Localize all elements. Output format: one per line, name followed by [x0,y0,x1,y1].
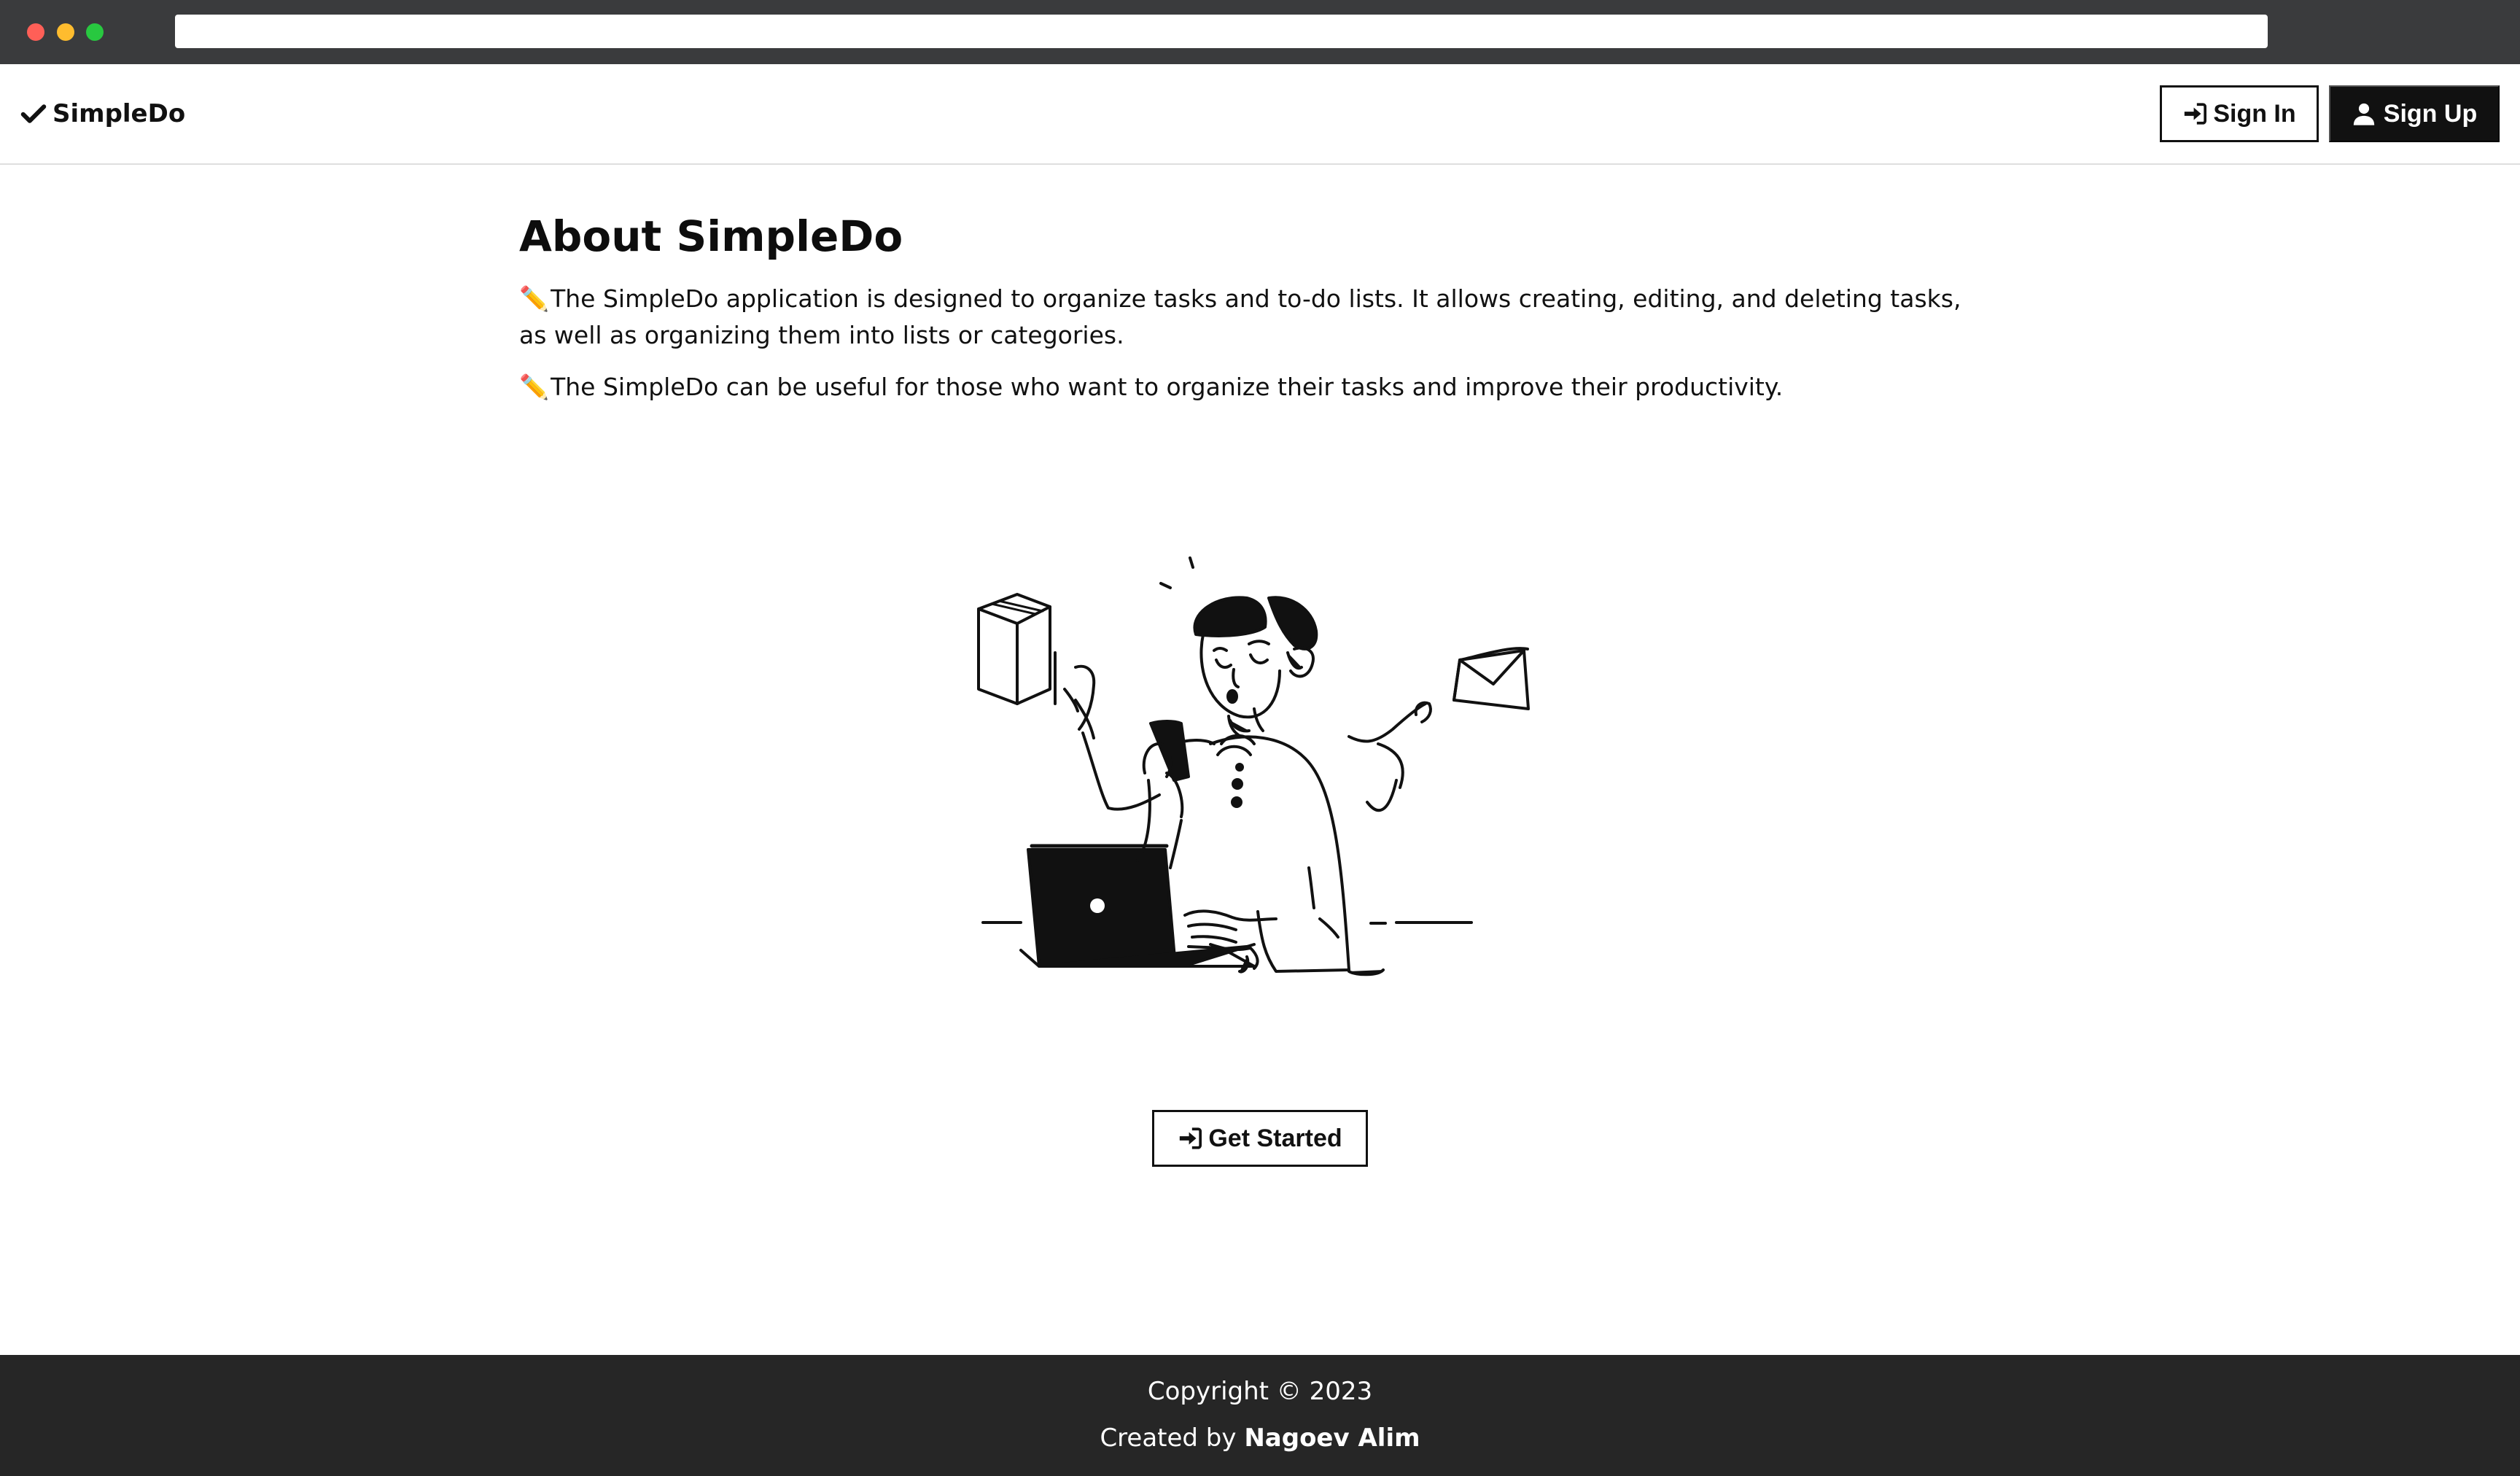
author-name-link[interactable]: Nagoev Alim [1244,1423,1420,1453]
get-started-label: Get Started [1208,1124,1342,1152]
maximize-window-button[interactable] [86,23,104,41]
multitasking-person-illustration [977,556,1530,976]
sign-in-icon [1180,1127,1202,1149]
footer: Copyright © 2023 Created by Nagoev Alim [0,1355,2520,1476]
pencil-icon: ✏️ [519,373,550,401]
get-started-button[interactable]: Get Started [1152,1110,1368,1167]
sign-in-button[interactable]: Sign In [2160,85,2319,142]
created-by-label: Created by [1100,1423,1237,1453]
brand-logo-link[interactable]: SimpleDo [20,98,185,130]
pencil-icon: ✏️ [519,284,550,313]
page-title: About SimpleDo [519,211,903,261]
usefulness-paragraph: ✏️The SimpleDo can be useful for those w… [519,369,1978,405]
about-paragraph-text: The SimpleDo application is designed to … [519,284,1961,349]
sign-up-label: Sign Up [2383,99,2478,128]
usefulness-paragraph-text: The SimpleDo can be useful for those who… [551,373,1784,401]
check-icon [20,104,47,123]
browser-chrome [0,0,2520,64]
address-bar[interactable] [175,15,2268,48]
copyright-text: Copyright © 2023 [1147,1377,1373,1406]
brand-name: SimpleDo [52,99,186,128]
sign-up-button[interactable]: Sign Up [2329,85,2500,142]
minimize-window-button[interactable] [57,23,74,41]
user-icon [2353,103,2374,125]
sign-in-icon [2185,103,2207,125]
about-paragraph: ✏️The SimpleDo application is designed t… [519,281,1978,354]
sign-in-label: Sign In [2213,99,2296,128]
author-credit: Created by Nagoev Alim [0,1423,2520,1453]
close-window-button[interactable] [27,23,44,41]
navbar: SimpleDo Sign In Sign Up [0,64,2520,165]
